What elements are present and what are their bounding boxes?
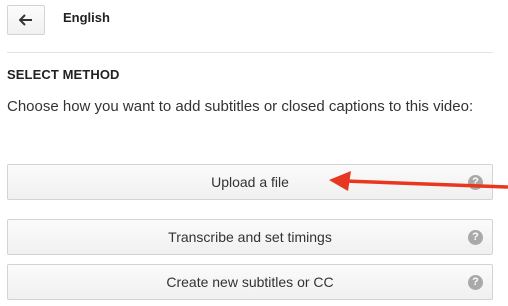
transcribe-button[interactable]: Transcribe and set timings ? [7,219,493,255]
method-description: Choose how you want to add subtitles or … [7,98,474,115]
section-title: SELECT METHOD [7,67,120,82]
language-title: English [63,10,110,25]
header-divider [7,52,493,53]
question-mark-icon[interactable]: ? [468,175,483,190]
create-subtitles-label: Create new subtitles or CC [166,274,334,290]
question-mark-icon[interactable]: ? [468,275,483,290]
back-button[interactable] [7,5,45,35]
upload-file-label: Upload a file [211,174,289,190]
upload-file-button[interactable]: Upload a file ? [7,164,493,200]
create-subtitles-button[interactable]: Create new subtitles or CC ? [7,264,493,300]
transcribe-label: Transcribe and set timings [168,229,332,245]
subtitle-method-panel: English SELECT METHOD Choose how you wan… [0,0,508,306]
arrow-left-icon [19,14,32,26]
question-mark-icon[interactable]: ? [468,230,483,245]
